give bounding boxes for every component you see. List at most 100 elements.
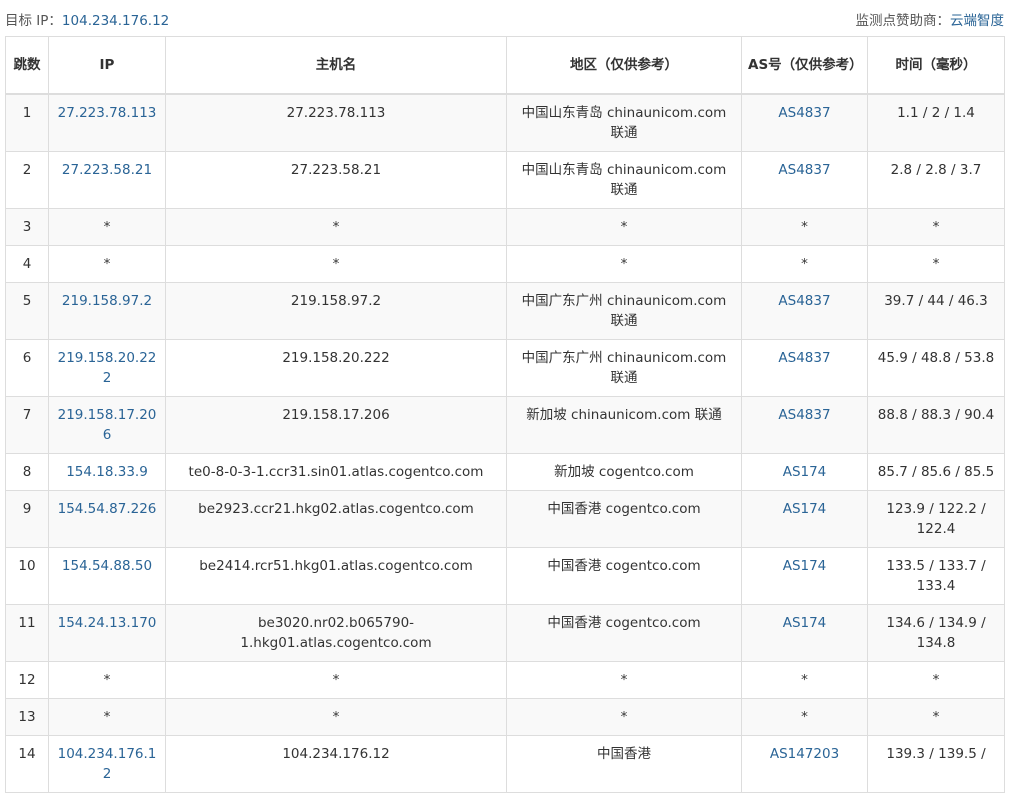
- ip-cell: 154.24.13.170: [48, 604, 166, 662]
- ip-link[interactable]: 154.54.88.50: [62, 558, 152, 574]
- table-row: 4 * * * * *: [5, 245, 1005, 283]
- table-row: 7 219.158.17.206 219.158.17.206 新加坡 chinaun…: [5, 396, 1005, 454]
- ip-link[interactable]: 219.158.20.222: [58, 350, 157, 386]
- region-cell: *: [506, 245, 742, 283]
- time-cell: 45.9 / 48.8 / 53.8: [867, 339, 1005, 397]
- as-link[interactable]: AS174: [783, 464, 827, 480]
- col-header-as: AS号（仅供参考）: [741, 36, 868, 95]
- host-cell: *: [165, 208, 507, 246]
- ip-link[interactable]: 154.54.87.226: [58, 501, 157, 517]
- region-cell: 中国香港: [506, 735, 742, 793]
- as-cell: AS174: [741, 490, 868, 548]
- as-cell: *: [741, 245, 868, 283]
- sponsor-info: 监测点赞助商：云端智度: [856, 9, 1005, 29]
- time-cell: 139.3 / 139.5 /: [867, 735, 1005, 793]
- ip-cell: 154.54.88.50: [48, 547, 166, 605]
- region-cell: 中国山东青岛 chinaunicom.com 联通: [506, 151, 742, 209]
- ip-link[interactable]: 154.24.13.170: [58, 615, 157, 631]
- host-cell: 104.234.176.12: [165, 735, 507, 793]
- table-row: 1 27.223.78.113 27.223.78.113 中国山东青岛 chinau…: [5, 93, 1005, 152]
- hop-cell: 9: [5, 490, 49, 548]
- region-cell: *: [506, 698, 742, 736]
- ip-link[interactable]: 219.158.17.206: [58, 407, 157, 443]
- ip-link[interactable]: 219.158.97.2: [62, 293, 152, 309]
- host-cell: 219.158.17.206: [165, 396, 507, 454]
- as-cell: AS4837: [741, 396, 868, 454]
- host-cell: 219.158.97.2: [165, 282, 507, 340]
- hop-cell: 7: [5, 396, 49, 454]
- ip-link[interactable]: 27.223.58.21: [62, 162, 152, 178]
- ip-cell: *: [48, 245, 166, 283]
- as-cell: AS147203: [741, 735, 868, 793]
- as-link[interactable]: AS4837: [778, 350, 830, 366]
- ip-cell: *: [48, 661, 166, 699]
- as-link[interactable]: AS174: [783, 615, 827, 631]
- time-cell: 88.8 / 88.3 / 90.4: [867, 396, 1005, 454]
- region-cell: 中国广东广州 chinaunicom.com 联通: [506, 339, 742, 397]
- host-cell: *: [165, 245, 507, 283]
- ip-cell: *: [48, 208, 166, 246]
- host-cell: be2923.ccr21.hkg02.atlas.cogentco.com: [165, 490, 507, 548]
- sponsor-link[interactable]: 云端智度: [950, 13, 1004, 29]
- as-link[interactable]: AS174: [783, 501, 827, 517]
- table-row: 11 154.24.13.170 be3020.nr02.b065790-1.hkg…: [5, 604, 1005, 662]
- host-cell: be2414.rcr51.hkg01.atlas.cogentco.com: [165, 547, 507, 605]
- host-cell: 219.158.20.222: [165, 339, 507, 397]
- col-header-time: 时间（毫秒）: [867, 36, 1005, 95]
- as-link[interactable]: AS147203: [770, 746, 839, 762]
- ip-cell: 104.234.176.12: [48, 735, 166, 793]
- region-cell: 中国广东广州 chinaunicom.com 联通: [506, 282, 742, 340]
- as-cell: AS4837: [741, 282, 868, 340]
- ip-cell: 219.158.17.206: [48, 396, 166, 454]
- region-cell: 中国香港 cogentco.com: [506, 604, 742, 662]
- as-cell: AS174: [741, 453, 868, 491]
- region-cell: *: [506, 661, 742, 699]
- col-header-ip: IP: [48, 36, 166, 95]
- table-row: 14 104.234.176.12 104.234.176.12 中国香港 AS147…: [5, 735, 1005, 793]
- time-cell: *: [867, 698, 1005, 736]
- region-cell: 中国山东青岛 chinaunicom.com 联通: [506, 93, 742, 152]
- table-row: 12 * * * * *: [5, 661, 1005, 699]
- hop-cell: 1: [5, 93, 49, 152]
- top-bar: 目标 IP：104.234.176.12 监测点赞助商：云端智度: [5, 0, 1004, 36]
- target-ip: 104.234.176.12: [61, 13, 170, 29]
- time-cell: 123.9 / 122.2 / 122.4: [867, 490, 1005, 548]
- time-cell: 133.5 / 133.7 / 133.4: [867, 547, 1005, 605]
- ip-link[interactable]: 154.18.33.9: [66, 464, 148, 480]
- as-cell: AS174: [741, 604, 868, 662]
- host-cell: 27.223.78.113: [165, 93, 507, 152]
- region-cell: 中国香港 cogentco.com: [506, 547, 742, 605]
- host-cell: te0-8-0-3-1.ccr31.sin01.atlas.cogentco.c…: [165, 453, 507, 491]
- as-cell: AS4837: [741, 339, 868, 397]
- as-cell: AS174: [741, 547, 868, 605]
- as-cell: *: [741, 661, 868, 699]
- target-label: 目标 IP：: [5, 13, 62, 29]
- as-link[interactable]: AS174: [783, 558, 827, 574]
- region-cell: 新加坡 cogentco.com: [506, 453, 742, 491]
- hop-cell: 8: [5, 453, 49, 491]
- ip-cell: 27.223.58.21: [48, 151, 166, 209]
- as-cell: *: [741, 208, 868, 246]
- hop-cell: 14: [5, 735, 49, 793]
- as-link[interactable]: AS4837: [778, 293, 830, 309]
- ip-cell: 219.158.97.2: [48, 282, 166, 340]
- as-link[interactable]: AS4837: [778, 407, 830, 423]
- target-info: 目标 IP：104.234.176.12: [5, 9, 169, 29]
- as-cell: AS4837: [741, 151, 868, 209]
- ip-link[interactable]: 27.223.78.113: [58, 105, 157, 121]
- as-link[interactable]: AS4837: [778, 162, 830, 178]
- table-header-row: 跳数 IP 主机名 地区（仅供参考） AS号（仅供参考） 时间（毫秒）: [5, 36, 1005, 95]
- ip-link[interactable]: 104.234.176.12: [58, 746, 157, 782]
- time-cell: 85.7 / 85.6 / 85.5: [867, 453, 1005, 491]
- time-cell: *: [867, 661, 1005, 699]
- ip-cell: 154.54.87.226: [48, 490, 166, 548]
- time-cell: *: [867, 245, 1005, 283]
- time-cell: 134.6 / 134.9 / 134.8: [867, 604, 1005, 662]
- col-header-host: 主机名: [165, 36, 507, 95]
- time-cell: 2.8 / 2.8 / 3.7: [867, 151, 1005, 209]
- as-link[interactable]: AS4837: [778, 105, 830, 121]
- region-cell: *: [506, 208, 742, 246]
- hop-cell: 12: [5, 661, 49, 699]
- col-header-hop: 跳数: [5, 36, 49, 95]
- hop-cell: 3: [5, 208, 49, 246]
